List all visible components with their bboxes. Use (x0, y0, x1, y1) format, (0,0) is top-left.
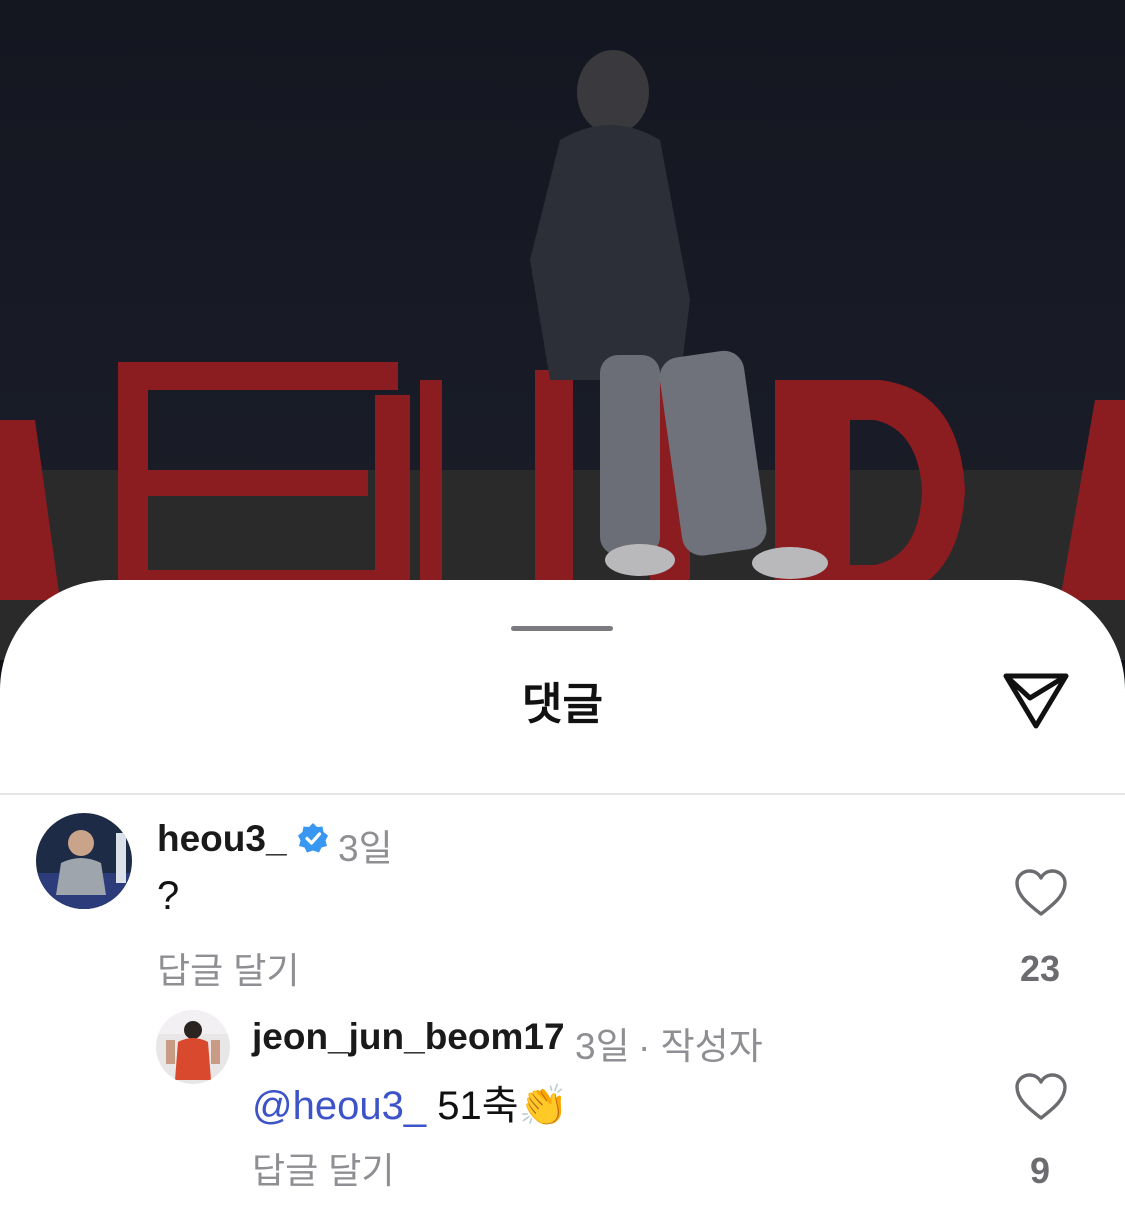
heart-icon[interactable] (1014, 1072, 1068, 1122)
reply-button[interactable]: 답글 달기 (157, 942, 299, 994)
profile-photo (36, 813, 132, 909)
heart-icon[interactable] (1014, 868, 1068, 918)
profile-photo (156, 1010, 230, 1084)
comment-username[interactable]: jeon_jun_beom17 (252, 1016, 565, 1058)
comment-text: ? (157, 874, 180, 918)
post-background-photo (0, 0, 1125, 660)
comment-time: 3일 (338, 828, 393, 869)
reply-button[interactable]: 답글 달기 (252, 1142, 394, 1194)
comment-time: 3일 (575, 1026, 630, 1067)
send-icon[interactable] (1000, 666, 1072, 732)
header-divider (0, 793, 1125, 795)
author-badge: · 작성자 (638, 1026, 763, 1067)
comment-body: 51축 (437, 1084, 519, 1128)
comments-sheet: 댓글 heou3_ 3일 ? 답글 달기 23 jeon_jun_beom17 … (0, 580, 1125, 1205)
comment-username[interactable]: heou3_ (157, 818, 287, 860)
sheet-grabber[interactable] (511, 626, 613, 631)
avatar[interactable] (36, 813, 132, 909)
like-count: 23 (1019, 948, 1061, 989)
mention-link[interactable]: @heou3_ (252, 1084, 426, 1128)
clapping-hands-emoji: 👏 (518, 1084, 569, 1128)
photo-scene (0, 50, 1125, 660)
comment-text: @heou3_ 51축👏 (252, 1073, 568, 1131)
verified-badge-icon (298, 823, 328, 853)
avatar[interactable] (156, 1010, 230, 1084)
sheet-title: 댓글 (522, 680, 603, 729)
like-count: 9 (1029, 1150, 1051, 1191)
